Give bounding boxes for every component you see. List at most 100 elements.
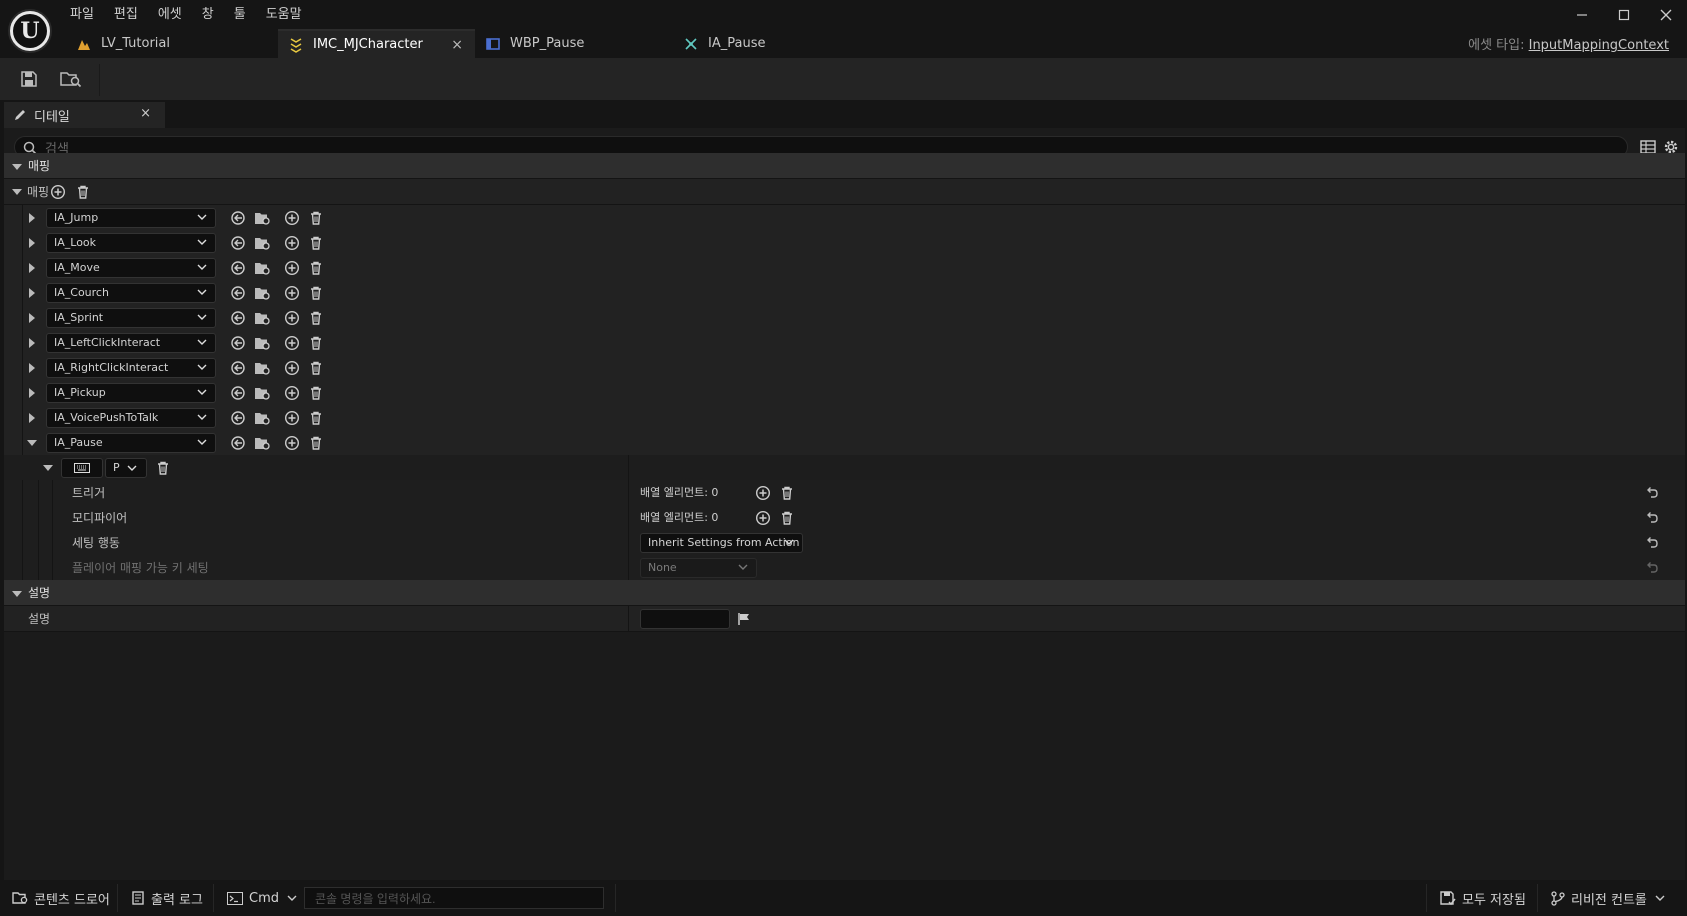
menu-window[interactable]: 창 (192, 4, 224, 26)
menu-help[interactable]: 도움말 (256, 4, 312, 26)
maximize-button[interactable] (1603, 0, 1645, 30)
browse-asset-icon[interactable] (254, 410, 270, 426)
clear-elements-icon[interactable] (779, 510, 795, 526)
use-selected-asset-icon[interactable] (230, 360, 246, 376)
add-key-icon[interactable] (284, 335, 300, 351)
add-key-icon[interactable] (284, 260, 300, 276)
delete-mapping-icon[interactable] (308, 310, 324, 326)
input-action-dropdown[interactable]: IA_Courch (46, 283, 216, 303)
input-action-dropdown[interactable]: IA_Sprint (46, 308, 216, 328)
use-selected-asset-icon[interactable] (230, 385, 246, 401)
minimize-button[interactable] (1561, 0, 1603, 30)
caret-down-icon[interactable] (26, 437, 38, 449)
save-all-button[interactable]: 모두 저장됨 (1440, 886, 1526, 910)
player-mappable-key-settings-dropdown[interactable]: None (640, 558, 757, 578)
browse-asset-icon[interactable] (254, 235, 270, 251)
key-dropdown[interactable]: P (105, 458, 147, 478)
use-selected-asset-icon[interactable] (230, 260, 246, 276)
input-action-dropdown[interactable]: IA_Pickup (46, 383, 216, 403)
view-options-icon[interactable] (1640, 140, 1656, 154)
caret-down-icon[interactable] (42, 462, 54, 474)
browse-asset-icon[interactable] (254, 210, 270, 226)
use-selected-asset-icon[interactable] (230, 235, 246, 251)
browse-asset-icon[interactable] (254, 385, 270, 401)
use-selected-asset-icon[interactable] (230, 285, 246, 301)
browse-asset-icon[interactable] (254, 435, 270, 451)
reset-to-default-icon[interactable] (1644, 560, 1660, 576)
reset-to-default-icon[interactable] (1644, 485, 1660, 501)
console-input[interactable] (313, 888, 597, 910)
delete-mapping-icon[interactable] (308, 235, 324, 251)
menu-file[interactable]: 파일 (60, 4, 104, 26)
clear-elements-icon[interactable] (779, 485, 795, 501)
add-element-icon[interactable] (755, 510, 771, 526)
caret-right-icon[interactable] (26, 362, 38, 374)
input-action-dropdown[interactable]: IA_Pause (46, 433, 216, 453)
close-tab-icon[interactable]: × (451, 37, 463, 53)
caret-right-icon[interactable] (26, 387, 38, 399)
unreal-logo[interactable]: U (8, 9, 52, 53)
use-selected-asset-icon[interactable] (230, 335, 246, 351)
content-drawer-button[interactable]: 콘텐츠 드로어 (12, 886, 110, 910)
menu-edit[interactable]: 편집 (104, 4, 148, 26)
caret-right-icon[interactable] (26, 287, 38, 299)
add-key-icon[interactable] (284, 385, 300, 401)
reset-to-default-icon[interactable] (1644, 535, 1660, 551)
browse-asset-icon[interactable] (254, 310, 270, 326)
add-key-icon[interactable] (284, 435, 300, 451)
close-window-button[interactable] (1645, 0, 1687, 30)
caret-right-icon[interactable] (26, 212, 38, 224)
input-action-dropdown[interactable]: IA_Look (46, 233, 216, 253)
delete-mapping-icon[interactable] (308, 410, 324, 426)
delete-mapping-icon[interactable] (308, 385, 324, 401)
input-action-dropdown[interactable]: IA_VoicePushToTalk (46, 408, 216, 428)
browse-asset-icon[interactable] (254, 360, 270, 376)
tab-lv-tutorial[interactable]: LV_Tutorial (66, 29, 278, 58)
localization-flag-icon[interactable] (736, 611, 752, 627)
delete-mapping-icon[interactable] (308, 260, 324, 276)
delete-mapping-icon[interactable] (308, 360, 324, 376)
delete-all-icon[interactable] (75, 184, 91, 200)
input-action-dropdown[interactable]: IA_Jump (46, 208, 216, 228)
delete-mapping-icon[interactable] (308, 335, 324, 351)
add-key-icon[interactable] (284, 235, 300, 251)
delete-mapping-icon[interactable] (308, 285, 324, 301)
add-key-icon[interactable] (284, 360, 300, 376)
input-action-dropdown[interactable]: IA_RightClickInteract (46, 358, 216, 378)
use-selected-asset-icon[interactable] (230, 310, 246, 326)
input-action-dropdown[interactable]: IA_LeftClickInteract (46, 333, 216, 353)
caret-right-icon[interactable] (26, 262, 38, 274)
caret-right-icon[interactable] (26, 337, 38, 349)
output-log-button[interactable]: 출력 로그 (131, 886, 203, 910)
keyboard-key-selector-button[interactable] (61, 458, 103, 478)
use-selected-asset-icon[interactable] (230, 410, 246, 426)
caret-right-icon[interactable] (26, 312, 38, 324)
tab-wbp-pause[interactable]: WBP_Pause (475, 29, 673, 58)
add-key-icon[interactable] (284, 285, 300, 301)
menu-asset[interactable]: 에셋 (148, 4, 192, 26)
caret-down-icon[interactable] (11, 161, 23, 173)
cmd-dropdown[interactable]: Cmd (227, 886, 297, 910)
category-description[interactable]: 설명 (4, 580, 1685, 606)
delete-mapping-icon[interactable] (308, 435, 324, 451)
caret-down-icon[interactable] (11, 186, 23, 198)
asset-type-link[interactable]: InputMappingContext (1529, 38, 1669, 53)
browse-asset-icon[interactable] (254, 335, 270, 351)
caret-right-icon[interactable] (26, 412, 38, 424)
setting-behavior-dropdown[interactable]: Inherit Settings from Action (640, 533, 803, 553)
delete-key-mapping-icon[interactable] (155, 460, 171, 476)
browse-asset-icon[interactable] (254, 260, 270, 276)
add-key-icon[interactable] (284, 310, 300, 326)
add-key-icon[interactable] (284, 210, 300, 226)
details-tab[interactable]: 디테일 × (4, 102, 165, 128)
save-button[interactable] (16, 66, 42, 92)
input-action-dropdown[interactable]: IA_Move (46, 258, 216, 278)
category-mapping[interactable]: 매핑 (4, 153, 1685, 179)
close-details-icon[interactable]: × (140, 106, 151, 121)
browse-to-asset-button[interactable] (58, 66, 84, 92)
tab-ia-pause[interactable]: IA_Pause (673, 29, 793, 58)
add-key-icon[interactable] (284, 410, 300, 426)
browse-asset-icon[interactable] (254, 285, 270, 301)
tab-imc-mjcharacter[interactable]: IMC_MJCharacter × (278, 29, 475, 58)
use-selected-asset-icon[interactable] (230, 210, 246, 226)
